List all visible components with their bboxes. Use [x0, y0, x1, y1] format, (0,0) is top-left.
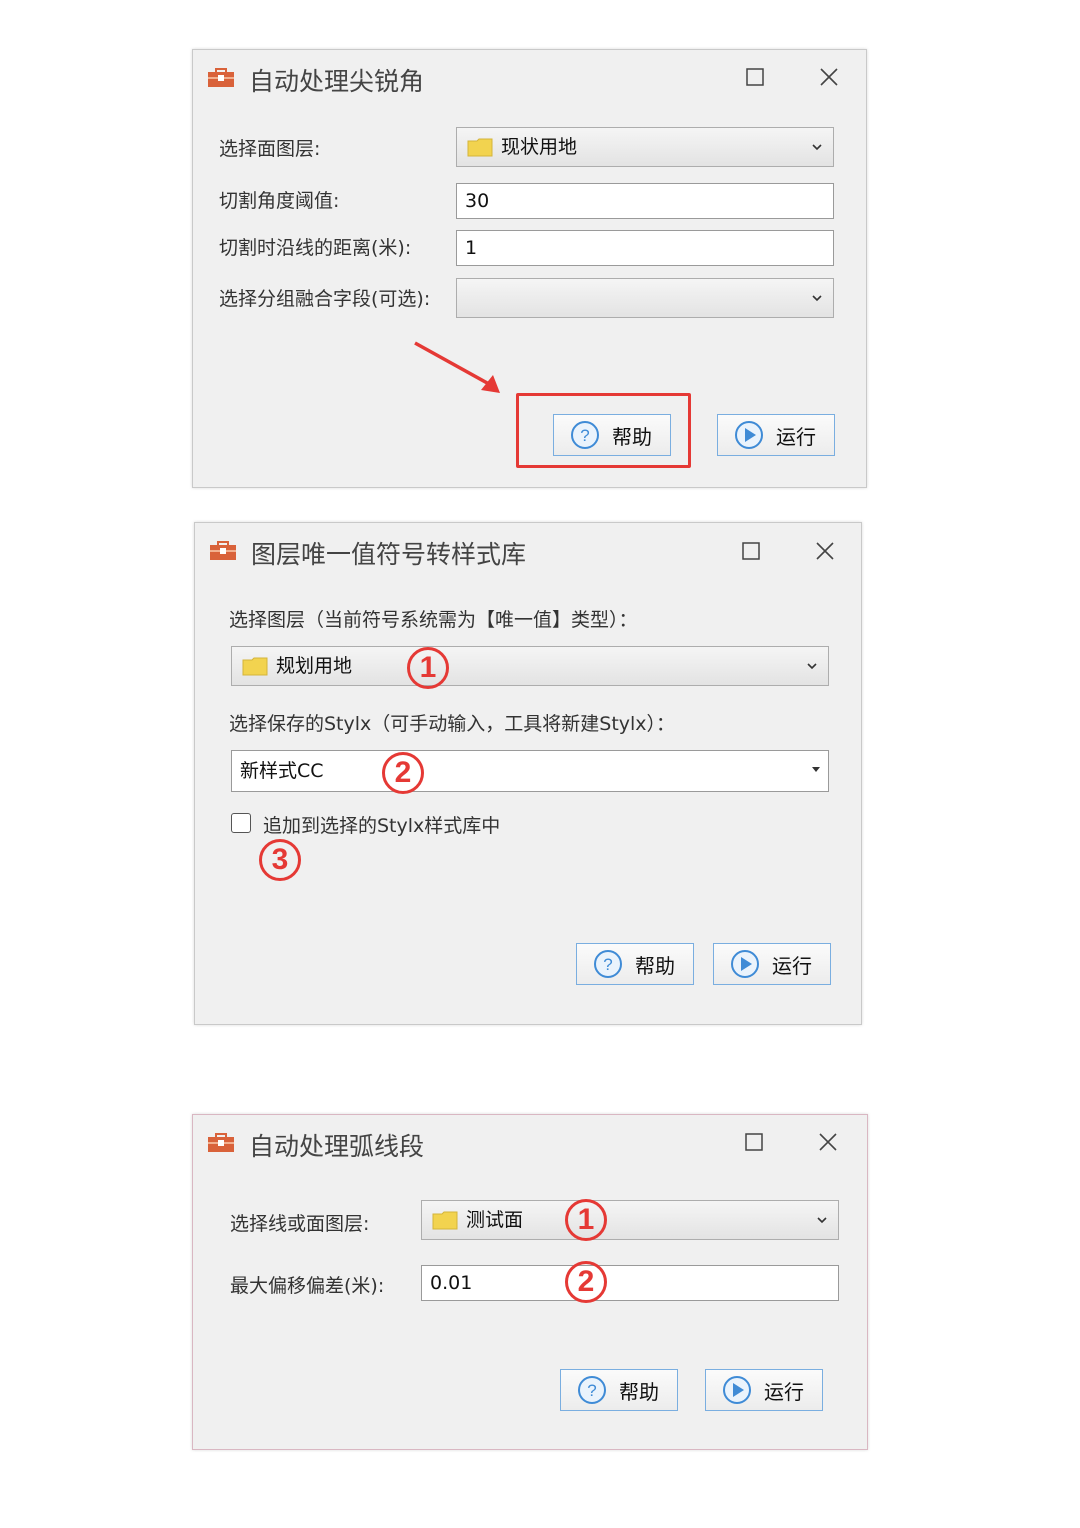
svg-text:?: ? [580, 426, 589, 445]
maximize-icon [745, 1133, 763, 1151]
dialog-title: 自动处理弧线段 [249, 1132, 425, 1161]
run-button[interactable]: 运行 [717, 414, 835, 456]
layer-select-label: 选择图层（当前符号系统需为【唯一值】类型）： [229, 609, 638, 631]
run-button[interactable]: 运行 [713, 943, 831, 985]
append-checkbox[interactable] [231, 813, 251, 833]
play-icon [735, 421, 763, 449]
run-label: 运行 [776, 424, 816, 449]
layer-folder-icon [242, 657, 268, 676]
dialog-arc-segments: 自动处理弧线段 选择线或面图层: 测试面 1 最大偏移偏差(米): 2 ? 帮助… [192, 1114, 868, 1450]
step-marker-2: 2 [565, 1261, 607, 1303]
layer-dropdown[interactable]: 规划用地 [231, 646, 829, 686]
field-label-max-offset: 最大偏移偏差(米): [230, 1275, 385, 1297]
field-label-angle-threshold: 切割角度阈值: [219, 190, 340, 212]
titlebar: 图层唯一值符号转样式库 [195, 523, 861, 579]
dialog-title: 图层唯一值符号转样式库 [251, 540, 527, 569]
help-button[interactable]: ? 帮助 [553, 414, 671, 456]
chevron-down-icon [812, 144, 822, 151]
angle-threshold-input[interactable] [456, 183, 834, 219]
stylx-select-label: 选择保存的Stylx（可手动输入，工具将新建Stylx）： [229, 713, 676, 735]
run-button[interactable]: 运行 [705, 1369, 823, 1411]
close-icon [819, 1133, 837, 1151]
chevron-down-icon [817, 1217, 827, 1224]
close-button[interactable] [815, 63, 843, 91]
chevron-down-icon [812, 295, 822, 302]
step-marker-2: 2 [382, 752, 424, 794]
maximize-icon [742, 542, 760, 560]
help-label: 帮助 [619, 1379, 659, 1404]
play-icon [731, 950, 759, 978]
toolbox-icon [210, 541, 236, 560]
dialog-unique-value-to-style: 图层唯一值符号转样式库 选择图层（当前符号系统需为【唯一值】类型）： 规划用地 … [194, 522, 862, 1025]
svg-text:?: ? [587, 1381, 596, 1400]
step-marker-3: 3 [259, 839, 301, 881]
append-label: 追加到选择的Stylx样式库中 [263, 815, 501, 837]
help-button[interactable]: ? 帮助 [576, 943, 694, 985]
toolbox-icon [208, 68, 234, 87]
stylx-combobox[interactable]: 新样式CC [231, 750, 829, 792]
toolbox-icon [208, 1133, 234, 1152]
red-arrow-annotation [414, 341, 500, 393]
layer-value: 规划用地 [276, 655, 353, 677]
field-label-line-polygon-layer: 选择线或面图层: [230, 1213, 370, 1235]
cut-distance-input[interactable] [456, 230, 834, 266]
layer-folder-icon [467, 138, 493, 157]
line-polygon-layer-value: 测试面 [466, 1209, 524, 1231]
field-label-polygon-layer: 选择面图层: [219, 138, 321, 160]
max-offset-input[interactable] [421, 1265, 839, 1301]
dialog-title: 自动处理尖锐角 [249, 67, 425, 96]
close-icon [820, 68, 838, 86]
stylx-value: 新样式CC [240, 760, 324, 782]
play-icon [723, 1376, 751, 1404]
field-label-cut-distance: 切割时沿线的距离(米): [219, 237, 412, 259]
help-icon: ? [571, 421, 599, 449]
close-button[interactable] [811, 537, 839, 565]
close-icon [816, 542, 834, 560]
titlebar: 自动处理尖锐角 [193, 50, 866, 106]
caret-down-icon [812, 767, 820, 772]
polygon-layer-dropdown[interactable]: 现状用地 [456, 127, 834, 167]
maximize-button[interactable] [741, 63, 769, 91]
group-field-dropdown[interactable] [456, 278, 834, 318]
help-icon: ? [594, 950, 622, 978]
maximize-button[interactable] [740, 1128, 768, 1156]
help-label: 帮助 [612, 424, 652, 449]
line-polygon-layer-dropdown[interactable]: 测试面 [421, 1200, 839, 1240]
maximize-icon [746, 68, 764, 86]
layer-folder-icon [432, 1211, 458, 1230]
dialog-sharp-angle: 自动处理尖锐角 选择面图层: 现状用地 切割角度阈值: 切割时沿线的距离(米):… [192, 49, 867, 488]
svg-text:?: ? [603, 955, 612, 974]
run-label: 运行 [764, 1379, 804, 1404]
field-label-group-field: 选择分组融合字段(可选): [219, 288, 431, 310]
maximize-button[interactable] [737, 537, 765, 565]
close-button[interactable] [814, 1128, 842, 1156]
chevron-down-icon [807, 663, 817, 670]
titlebar: 自动处理弧线段 [193, 1115, 867, 1171]
help-label: 帮助 [635, 953, 675, 978]
polygon-layer-value: 现状用地 [501, 136, 578, 158]
help-button[interactable]: ? 帮助 [560, 1369, 678, 1411]
step-marker-1: 1 [565, 1199, 607, 1241]
step-marker-1: 1 [407, 647, 449, 689]
help-icon: ? [578, 1376, 606, 1404]
run-label: 运行 [772, 953, 812, 978]
